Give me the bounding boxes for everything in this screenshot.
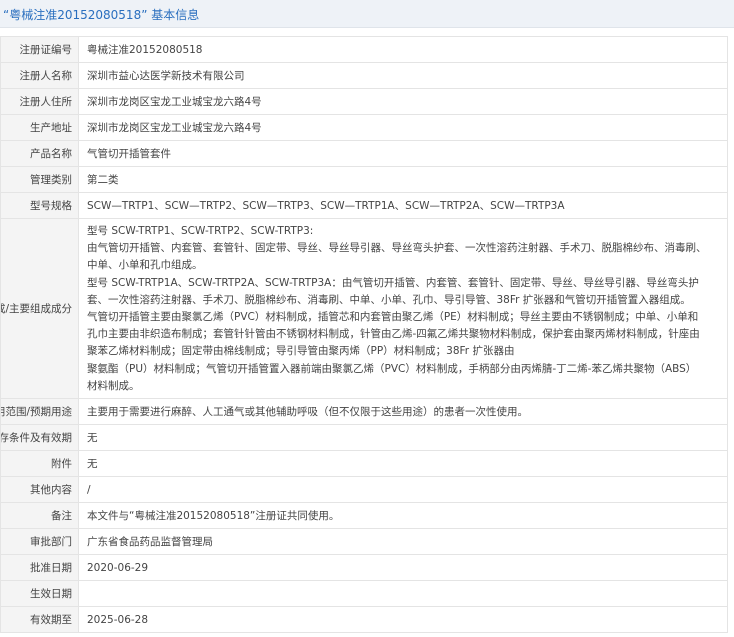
composition-line: 聚苯乙烯材料制成；固定带由棉线制成；导引导管由聚丙烯（PP）材料制成；38Fr … — [87, 345, 515, 358]
row-value: 2020-06-29 — [78, 554, 728, 581]
table-row: 产品储存条件及有效期 无 — [0, 424, 728, 451]
row-label: 有效期至 — [0, 606, 79, 633]
table-row: 注册人名称 深圳市益心达医学新技术有限公司 — [0, 62, 728, 89]
row-label: 结构及组成/主要组成成分 — [0, 218, 79, 399]
table-row: 注册证编号 粤械注准20152080518 — [0, 36, 728, 63]
row-label: 批准日期 — [0, 554, 79, 581]
table-row: 附件 无 — [0, 450, 728, 477]
table-row: 管理类别 第二类 — [0, 166, 728, 193]
row-value: 无 — [78, 450, 728, 477]
table-row: 产品名称 气管切开插管套件 — [0, 140, 728, 167]
composition-value: 型号 SCW-TRTP1、SCW-TRTP2、SCW-TRTP3: 由气管切开插… — [78, 218, 728, 399]
table-row: 其他内容 / — [0, 476, 728, 503]
row-label: 型号规格 — [0, 192, 79, 219]
table-row: 适用范围/预期用途 主要用于需要进行麻醉、人工通气或其他辅助呼吸（但不仅限于这些… — [0, 398, 728, 425]
row-value — [78, 580, 728, 607]
registration-info-table: 注册证编号 粤械注准20152080518 注册人名称 深圳市益心达医学新技术有… — [0, 36, 728, 633]
row-value: 粤械注准20152080518 — [78, 36, 728, 63]
row-label: 产品储存条件及有效期 — [0, 424, 79, 451]
composition-line: 聚氨酯（PU）材料制成；气管切开插管置入器前端由聚氯乙烯（PVC）材料制成，手柄… — [87, 362, 697, 375]
composition-line: 材料制成。 — [87, 379, 140, 392]
composition-label: 结构及组成/主要组成成分 — [2, 303, 73, 315]
row-value: 第二类 — [78, 166, 728, 193]
row-value: SCW—TRTP1、SCW—TRTP2、SCW—TRTP3、SCW—TRTP1A… — [78, 192, 728, 219]
row-label: 管理类别 — [0, 166, 79, 193]
page-title-bar: “粤械注准20152080518” 基本信息 — [0, 0, 734, 28]
row-value: 本文件与“粤械注准20152080518”注册证共同使用。 — [78, 502, 728, 529]
table-row: 批准日期 2020-06-29 — [0, 554, 728, 581]
composition-line: 气管切开插管主要由聚氯乙烯（PVC）材料制成，插管芯和内套管由聚乙烯（PE）材料… — [87, 311, 699, 323]
row-label: 审批部门 — [0, 528, 79, 555]
composition-line: 型号 SCW-TRTP1A、SCW-TRTP2A、SCW-TRTP3A：由气管切… — [87, 276, 699, 289]
composition-line: 型号 SCW-TRTP1、SCW-TRTP2、SCW-TRTP3: — [87, 224, 314, 237]
row-label: 附件 — [0, 450, 79, 477]
row-value: 2025-06-28 — [78, 606, 728, 633]
row-value: / — [78, 476, 728, 503]
row-label: 注册人名称 — [0, 62, 79, 89]
table-row: 审批部门 广东省食品药品监督管理局 — [0, 528, 728, 555]
row-label: 产品名称 — [0, 140, 79, 167]
composition-line: 中单、小单和孔巾组成。 — [87, 259, 203, 272]
row-value: 深圳市龙岗区宝龙工业城宝龙六路4号 — [78, 88, 728, 115]
composition-line: 由气管切开插管、内套管、套管针、固定带、导丝、导丝导引器、导丝弯头护套、一次性溶… — [87, 242, 707, 255]
row-label: 注册证编号 — [0, 36, 79, 63]
row-label: 其他内容 — [0, 476, 79, 503]
table-row: 生效日期 — [0, 580, 728, 607]
row-label: 备注 — [0, 502, 79, 529]
row-label: 生效日期 — [0, 580, 79, 607]
row-label: 注册人住所 — [0, 88, 79, 115]
table-row-composition: 结构及组成/主要组成成分 型号 SCW-TRTP1、SCW-TRTP2、SCW-… — [0, 218, 728, 399]
row-value: 深圳市益心达医学新技术有限公司 — [78, 62, 728, 89]
row-value: 气管切开插管套件 — [78, 140, 728, 167]
table-row: 生产地址 深圳市龙岗区宝龙工业城宝龙六路4号 — [0, 114, 728, 141]
row-value: 广东省食品药品监督管理局 — [78, 528, 728, 555]
table-row: 注册人住所 深圳市龙岗区宝龙工业城宝龙六路4号 — [0, 88, 728, 115]
table-row: 型号规格 SCW—TRTP1、SCW—TRTP2、SCW—TRTP3、SCW—T… — [0, 192, 728, 219]
page-title: “粤械注准20152080518” 基本信息 — [3, 8, 200, 22]
table-row: 备注 本文件与“粤械注准20152080518”注册证共同使用。 — [0, 502, 728, 529]
row-value: 深圳市龙岗区宝龙工业城宝龙六路4号 — [78, 114, 728, 141]
row-value: 主要用于需要进行麻醉、人工通气或其他辅助呼吸（但不仅限于这些用途）的患者一次性使… — [78, 398, 728, 425]
row-value: 无 — [78, 424, 728, 451]
composition-line: 孔巾主要由非织造布制成；套管针针管由不锈钢材料制成，针管由乙烯-四氟乙烯共聚物材… — [87, 328, 700, 341]
table-row: 有效期至 2025-06-28 — [0, 606, 728, 633]
row-label: 生产地址 — [0, 114, 79, 141]
row-label: 适用范围/预期用途 — [0, 398, 79, 425]
composition-line: 套、一次性溶药注射器、手术刀、脱脂棉纱布、消毒刷、中单、小单、孔巾、导引导管、3… — [87, 293, 691, 306]
